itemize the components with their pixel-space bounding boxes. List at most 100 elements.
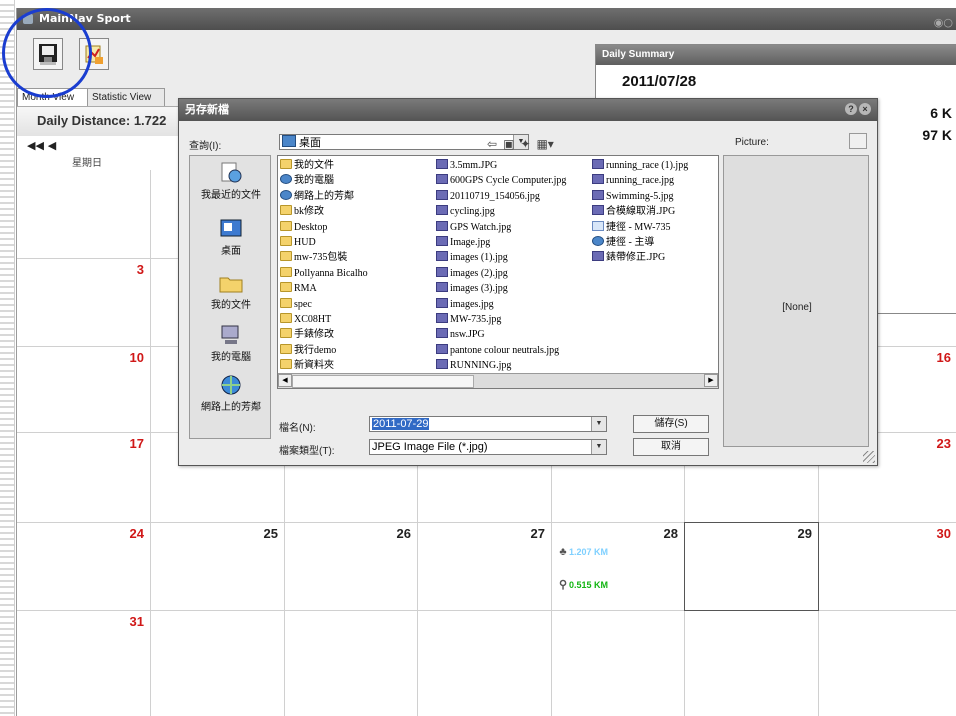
calendar-day-number[interactable]: 28 <box>638 526 678 541</box>
place-network[interactable]: 網路上的芳鄰 <box>190 374 272 413</box>
calendar-day-number[interactable]: 23 <box>911 436 951 451</box>
file-list-item[interactable]: spec <box>280 297 368 312</box>
look-in-value: 桌面 <box>299 137 321 149</box>
calendar-day-number[interactable]: 27 <box>505 526 545 541</box>
back-icon[interactable]: ⇦ <box>487 137 497 151</box>
calendar-day-number[interactable]: 31 <box>104 614 144 629</box>
window-controls-icon[interactable]: ◉○ <box>934 12 953 34</box>
folder-icon <box>280 343 292 354</box>
file-list-item[interactable]: MW-735.jpg <box>436 312 566 327</box>
file-list-item[interactable]: 網路上的芳鄰 <box>280 189 368 204</box>
file-name: Desktop <box>294 221 328 233</box>
activity-entry[interactable]: ♣ 1.207 KM <box>557 546 608 558</box>
calendar-day-number[interactable]: 16 <box>911 350 951 365</box>
calendar-day-number[interactable]: 10 <box>104 350 144 365</box>
file-name: Image.jpg <box>450 236 491 248</box>
scroll-right-icon[interactable]: ▶ <box>704 374 718 387</box>
file-list-item[interactable]: 我行demo <box>280 343 368 358</box>
activity-distance: 1.207 KM <box>569 547 609 557</box>
desktop-icon <box>282 135 296 147</box>
file-list-item[interactable]: Image.jpg <box>436 235 566 250</box>
scroll-thumb[interactable] <box>292 375 474 388</box>
place-documents[interactable]: 我的文件 <box>190 272 272 311</box>
filename-input[interactable]: 2011-07-29 ▼ <box>369 416 607 432</box>
file-name: cycling.jpg <box>450 206 495 218</box>
file-list-item[interactable]: images (2).jpg <box>436 266 566 281</box>
file-name: images (3).jpg <box>450 283 508 295</box>
file-list-item[interactable]: Pollyanna Bicalho <box>280 266 368 281</box>
file-list-item[interactable]: 600GPS Cycle Computer.jpg <box>436 173 566 188</box>
up-folder-icon[interactable]: ▣ <box>503 137 514 151</box>
file-list-item[interactable]: 合模線取消.JPG <box>592 204 688 219</box>
place-recent[interactable]: 我最近的文件 <box>190 162 272 201</box>
view-menu-icon[interactable]: ▦▾ <box>536 137 553 151</box>
file-list-item[interactable]: Desktop <box>280 220 368 235</box>
calendar-day-number[interactable]: 30 <box>911 526 951 541</box>
file-list-item[interactable]: images.jpg <box>436 297 566 312</box>
dialog-toolbar: ⇦ ▣ ✦ ▦▾ <box>487 137 554 151</box>
file-name: pantone colour neutrals.jpg <box>450 344 560 356</box>
dialog-title: 另存新檔 <box>185 104 229 116</box>
calendar-day-number[interactable]: 17 <box>104 436 144 451</box>
calendar-day-number[interactable]: 3 <box>104 262 144 277</box>
file-list-item[interactable]: 捷徑 - 主導 <box>592 235 688 250</box>
jpg-file-icon <box>592 189 604 200</box>
file-list-item[interactable]: Swimming-5.jpg <box>592 189 688 204</box>
place-computer[interactable]: 我的電腦 <box>190 324 272 363</box>
file-list-item[interactable]: bk修改 <box>280 204 368 219</box>
tab-statistic-view[interactable]: Statistic View <box>87 88 165 107</box>
place-desktop[interactable]: 桌面 <box>190 218 272 257</box>
chevron-down-icon[interactable]: ▼ <box>591 417 606 431</box>
resize-grip-icon[interactable] <box>863 451 875 463</box>
file-list-item[interactable]: running_race.jpg <box>592 173 688 188</box>
chevron-down-icon[interactable]: ▼ <box>591 440 606 454</box>
calendar-day-number[interactable]: 24 <box>104 526 144 541</box>
jpg-file-icon <box>436 189 448 200</box>
jpg-file-icon <box>436 220 448 231</box>
save-button[interactable]: 儲存(S) <box>633 415 709 433</box>
file-list[interactable]: 我的文件我的電腦 網路上的芳鄰 bk修改 Desktop HUD mw-735包裝 Poll… <box>277 155 719 389</box>
daily-summary-title: Daily Summary <box>596 45 956 65</box>
file-name: running_race.jpg <box>606 175 675 187</box>
file-list-item[interactable]: 錶帶修正.JPG <box>592 250 688 265</box>
file-name: 新資料夾 <box>294 360 334 372</box>
file-list-item[interactable]: 20110719_154056.jpg <box>436 189 566 204</box>
file-list-item[interactable]: nsw.JPG <box>436 327 566 342</box>
file-list-item[interactable]: running_race (1).jpg <box>592 158 688 173</box>
file-list-item[interactable]: images (1).jpg <box>436 250 566 265</box>
file-list-item[interactable]: pantone colour neutrals.jpg <box>436 343 566 358</box>
file-list-item[interactable]: 手錶修改 <box>280 327 368 342</box>
file-name: 我的文件 <box>294 160 334 171</box>
horizontal-scrollbar[interactable]: ◀ ▶ <box>278 373 718 388</box>
file-name: Swimming-5.jpg <box>606 190 674 202</box>
help-icon[interactable]: ? <box>845 103 857 115</box>
file-list-item[interactable]: GPS Watch.jpg <box>436 220 566 235</box>
file-list-item[interactable]: 新資料夾 <box>280 358 368 373</box>
file-list-item[interactable]: images (3).jpg <box>436 281 566 296</box>
file-list-item[interactable]: 3.5mm.JPG <box>436 158 566 173</box>
file-name: images (2).jpg <box>450 267 508 279</box>
file-list-item[interactable]: 我的文件 <box>280 158 368 173</box>
file-list-item[interactable]: RUNNING.jpg <box>436 358 566 373</box>
file-list-item[interactable]: 我的電腦 <box>280 173 368 188</box>
file-list-item[interactable]: RMA <box>280 281 368 296</box>
file-list-item[interactable]: HUD <box>280 235 368 250</box>
cancel-button[interactable]: 取消 <box>633 438 709 456</box>
scroll-left-icon[interactable]: ◀ <box>278 374 292 387</box>
prev-month-button[interactable]: ◀◀ ◀ <box>27 139 56 152</box>
folder-icon <box>280 282 292 293</box>
file-list-item[interactable]: mw-735包裝 <box>280 250 368 265</box>
calendar-day-number[interactable]: 25 <box>238 526 278 541</box>
filename-label: 檔名(N): <box>279 423 316 434</box>
calendar-day-number[interactable]: 29 <box>772 526 812 541</box>
preview-toggle-button[interactable] <box>849 133 867 149</box>
activity-entry[interactable]: ⚲ 0.515 KM <box>557 578 608 591</box>
new-folder-icon[interactable]: ✦ <box>520 137 530 151</box>
calendar-day-number[interactable]: 26 <box>371 526 411 541</box>
file-list-item[interactable]: 捷徑 - MW-735 <box>592 220 688 235</box>
filetype-select[interactable]: JPEG Image File (*.jpg) ▼ <box>369 439 607 455</box>
folder-icon <box>280 297 292 308</box>
file-list-item[interactable]: XC08HT <box>280 312 368 327</box>
file-list-item[interactable]: cycling.jpg <box>436 204 566 219</box>
close-icon[interactable]: × <box>859 103 871 115</box>
